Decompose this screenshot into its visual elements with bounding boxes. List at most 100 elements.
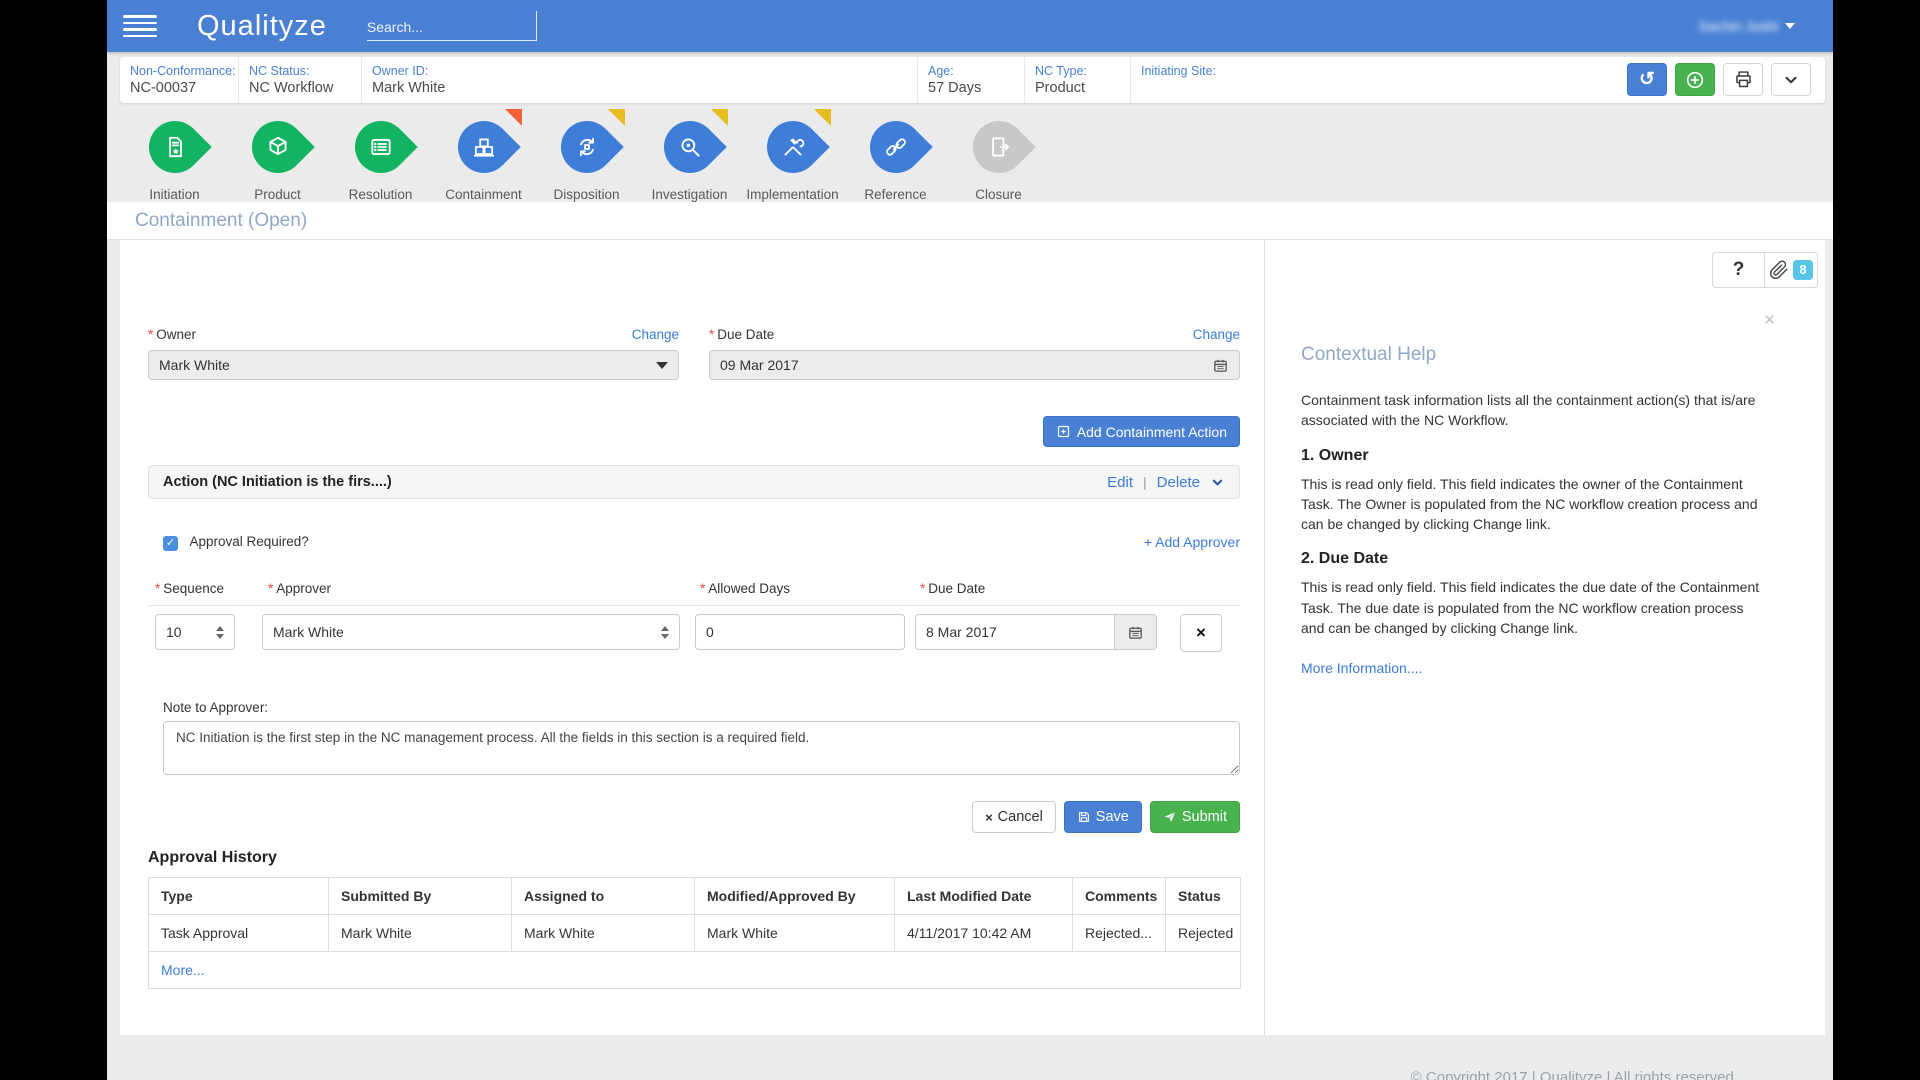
remove-approver-button[interactable]: × — [1180, 614, 1222, 652]
due-date-value: 09 Mar 2017 — [720, 357, 1212, 373]
due-date-field: *Due Date Change 09 Mar 2017 — [709, 324, 1240, 380]
section-header: Containment (Open) — [107, 202, 1833, 240]
expand-button[interactable] — [1771, 63, 1811, 96]
delete-link[interactable]: Delete — [1157, 474, 1200, 491]
owner-select[interactable]: Mark White — [148, 350, 679, 380]
add-containment-action-button[interactable]: Add Containment Action — [1043, 416, 1240, 447]
info-label: Owner ID: — [372, 64, 917, 78]
owner-field: *Owner Change Mark White — [148, 324, 679, 380]
workflow-step-resolution[interactable]: Resolution — [329, 103, 432, 202]
calendar-icon — [1212, 357, 1229, 374]
calendar-addon-button[interactable] — [1115, 614, 1157, 650]
workflow-step-initiation[interactable]: Initiation — [123, 103, 226, 202]
column-header: Assigned to — [512, 878, 695, 915]
add-record-button[interactable] — [1675, 63, 1715, 96]
info-value: NC-00037 — [130, 80, 238, 96]
help-button[interactable]: ? — [1712, 252, 1765, 288]
table-more-row: More... — [149, 952, 1241, 989]
info-field-initiating-site: Initiating Site: — [1130, 57, 1330, 103]
history-button[interactable]: ↺ — [1627, 63, 1667, 96]
workflow-step-reference[interactable]: Reference — [844, 103, 947, 202]
save-button[interactable]: Save — [1064, 801, 1142, 833]
containment-form: *Owner Change Mark White *Due Date Chang… — [120, 240, 1264, 1035]
user-name: Sachin Joshi — [1699, 18, 1778, 34]
workflow-step-label: Product — [254, 187, 301, 202]
yellow-flag-icon — [711, 109, 728, 126]
info-label: Age: — [928, 64, 1024, 78]
column-header: Submitted By — [329, 878, 512, 915]
collapse-chevron-icon[interactable] — [1210, 475, 1225, 490]
divider — [148, 605, 1240, 606]
user-menu[interactable]: Sachin Joshi — [1699, 0, 1795, 52]
spinner-icon[interactable] — [216, 626, 224, 639]
help-section-heading: 1. Owner — [1301, 447, 1767, 465]
select-stepper-icon[interactable] — [661, 626, 669, 639]
approver-select[interactable]: Mark White — [262, 614, 680, 650]
approver-due-date-input[interactable]: 8 Mar 2017 — [915, 614, 1115, 650]
hamburger-menu-icon[interactable] — [123, 11, 157, 41]
approval-history-table: Type Submitted By Assigned to Modified/A… — [148, 877, 1241, 989]
action-title: Action — [163, 474, 208, 490]
tools-icon — [780, 134, 806, 160]
more-information-link[interactable]: More Information.... — [1301, 660, 1422, 676]
history-icon: ↺ — [1639, 68, 1655, 91]
due-date-input[interactable]: 09 Mar 2017 — [709, 350, 1240, 380]
action-header-bar[interactable]: Action (NC Initiation is the firs....) E… — [148, 465, 1240, 499]
printer-icon — [1733, 69, 1754, 90]
cell-comments[interactable]: Rejected... — [1073, 915, 1166, 952]
approver-label: *Approver — [268, 581, 331, 596]
note-to-approver-textarea[interactable]: NC Initiation is the first step in the N… — [163, 721, 1240, 775]
cell-modified-by: Mark White — [695, 915, 895, 952]
help-section-body: This is read only field. This field indi… — [1301, 474, 1767, 535]
workflow-step-disposition[interactable]: Disposition — [535, 103, 638, 202]
yellow-flag-icon — [608, 109, 625, 126]
approver-due-date-group: 8 Mar 2017 — [915, 614, 1157, 650]
resolution-pin — [344, 110, 418, 184]
owner-change-link[interactable]: Change — [632, 327, 679, 342]
closure-pin — [962, 110, 1036, 184]
add-approver-link[interactable]: + Add Approver — [1144, 534, 1240, 550]
print-button[interactable] — [1723, 63, 1763, 96]
workflow-step-product[interactable]: Product — [226, 103, 329, 202]
info-label: NC Type: — [1035, 64, 1130, 78]
info-value: Product — [1035, 80, 1130, 96]
workflow-step-containment[interactable]: Containment — [432, 103, 535, 202]
chevron-down-icon — [1785, 23, 1795, 29]
attachment-count-badge: 8 — [1793, 260, 1813, 280]
allowed-days-input[interactable]: 0 — [695, 614, 905, 650]
workflow-step-investigation[interactable]: Investigation — [638, 103, 741, 202]
workflow-step-label: Resolution — [349, 187, 413, 202]
workflow-step-label: Disposition — [553, 187, 619, 202]
help-close-button[interactable]: × — [1764, 310, 1775, 332]
note-to-approver-label: Note to Approver: — [148, 700, 1240, 715]
approval-required-checkbox[interactable]: ✓ — [163, 536, 178, 551]
question-mark-icon: ? — [1733, 259, 1745, 281]
app-window: Qualityze Sachin Joshi Non-Conformance: … — [107, 0, 1833, 1080]
search-input[interactable] — [367, 19, 534, 35]
section-toolbar: ? 8 — [1712, 252, 1818, 288]
more-link[interactable]: More... — [161, 962, 205, 978]
edit-link[interactable]: Edit — [1107, 474, 1133, 491]
workflow-step-label: Containment — [445, 187, 522, 202]
form-buttons: ×Cancel Save Submit — [148, 801, 1240, 833]
info-value: NC Workflow — [249, 80, 361, 96]
column-header: Type — [149, 878, 329, 915]
workflow-step-closure[interactable]: Closure — [947, 103, 1050, 202]
info-value: Mark White — [372, 80, 917, 96]
approver-row: 10 Mark White 0 8 Mar 2017 — [148, 614, 1240, 652]
required-asterisk: * — [709, 327, 714, 342]
record-info-bar: Non-Conformance: NC-00037 NC Status: NC … — [120, 57, 1825, 103]
table-header-row: Type Submitted By Assigned to Modified/A… — [149, 878, 1241, 915]
cell-type: Task Approval — [149, 915, 329, 952]
workflow-step-implementation[interactable]: Implementation — [741, 103, 844, 202]
help-section-body: This is read only field. This field indi… — [1301, 577, 1767, 638]
owner-value: Mark White — [159, 357, 656, 373]
approver-due-date-value: 8 Mar 2017 — [926, 624, 997, 640]
submit-button[interactable]: Submit — [1150, 801, 1240, 833]
due-date-change-link[interactable]: Change — [1193, 327, 1240, 342]
sequence-input[interactable]: 10 — [155, 614, 235, 650]
cell-status: Rejected — [1166, 915, 1241, 952]
info-label: Initiating Site: — [1141, 64, 1330, 78]
attachments-button[interactable]: 8 — [1765, 252, 1818, 288]
cancel-button[interactable]: ×Cancel — [972, 801, 1056, 833]
